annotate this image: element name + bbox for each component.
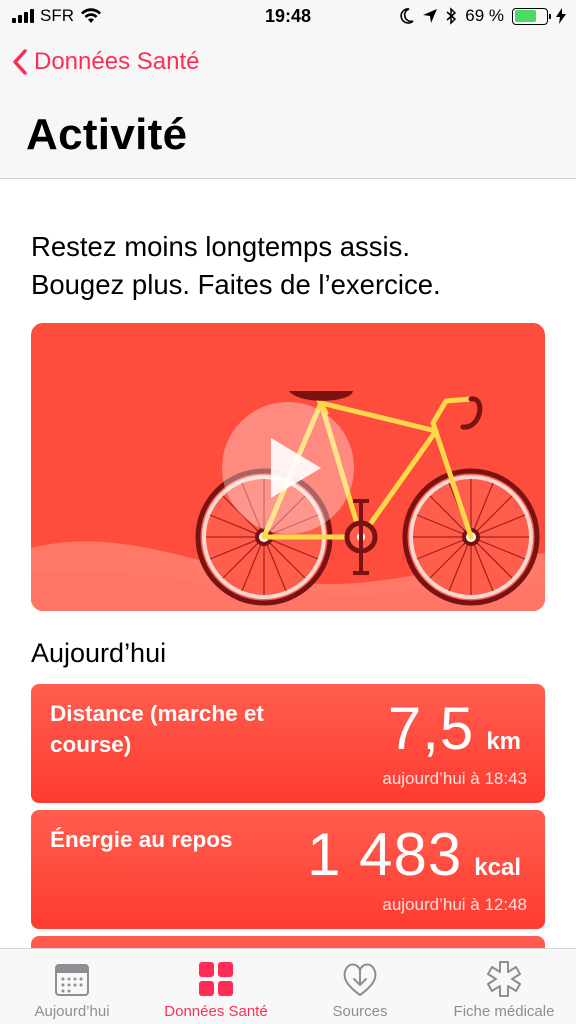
card-value: 7,5 km [388, 694, 521, 763]
resting-energy-card[interactable]: Énergie au repos 1 483 kcal aujourd’hui … [31, 810, 545, 929]
card-label-line: course) [50, 732, 132, 757]
bicycle-illustration [31, 391, 545, 611]
bluetooth-icon [446, 7, 457, 25]
battery-icon [512, 7, 551, 25]
battery-percent: 69 % [465, 6, 504, 25]
card-unit: km [486, 728, 521, 755]
tab-label: Données Santé [164, 1003, 268, 1020]
tab-bar: Aujourd’hui Données Santé Sources Fiche … [0, 948, 576, 1024]
tab-label: Aujourd’hui [34, 1003, 110, 1020]
location-icon [423, 9, 438, 23]
calendar-icon [55, 964, 89, 996]
card-number: 7,5 [387, 695, 475, 762]
intro-text: Restez moins longtemps assis. Bougez plu… [31, 228, 551, 304]
chevron-left-icon [13, 49, 27, 75]
moon-icon [400, 8, 414, 24]
heart-download-icon [343, 963, 377, 997]
grid-icon [199, 962, 233, 996]
distance-card[interactable]: Distance (marche et course) 7,5 km aujou… [31, 684, 545, 803]
card-value: 1 483 kcal [307, 820, 521, 889]
card-label-line: Énergie au repos [50, 827, 233, 852]
section-title: Aujourd’hui [31, 638, 167, 668]
tab-label: Fiche médicale [453, 1003, 555, 1020]
page-title: Activité [26, 110, 188, 159]
intro-line-2: Bougez plus. Faites de l’exercice. [31, 269, 441, 300]
card-timestamp: aujourd’hui à 12:48 [382, 895, 527, 914]
intro-line-1: Restez moins longtemps assis. [31, 231, 411, 262]
asterisk-icon [487, 961, 521, 997]
card-number: 1 483 [307, 821, 463, 888]
card-label: Énergie au repos [50, 824, 233, 855]
tab-today[interactable]: Aujourd’hui [0, 949, 144, 1024]
tab-label: Sources [332, 1003, 388, 1020]
tab-medical-id[interactable]: Fiche médicale [432, 949, 576, 1024]
card-timestamp: aujourd’hui à 18:43 [382, 769, 527, 788]
card-label: Distance (marche et course) [50, 698, 264, 760]
status-right: 69 % [400, 6, 566, 26]
tab-health-data[interactable]: Données Santé [144, 949, 288, 1024]
charging-icon [556, 8, 566, 24]
card-label-line: Distance (marche et [50, 701, 264, 726]
back-button[interactable]: Données Santé [12, 48, 199, 76]
status-bar: SFR 19:48 69 % [0, 0, 576, 34]
nav-header: Données Santé Activité [0, 34, 576, 179]
card-unit: kcal [474, 854, 521, 881]
activity-video[interactable] [31, 323, 545, 611]
tab-sources[interactable]: Sources [288, 949, 432, 1024]
back-label: Données Santé [34, 48, 200, 75]
